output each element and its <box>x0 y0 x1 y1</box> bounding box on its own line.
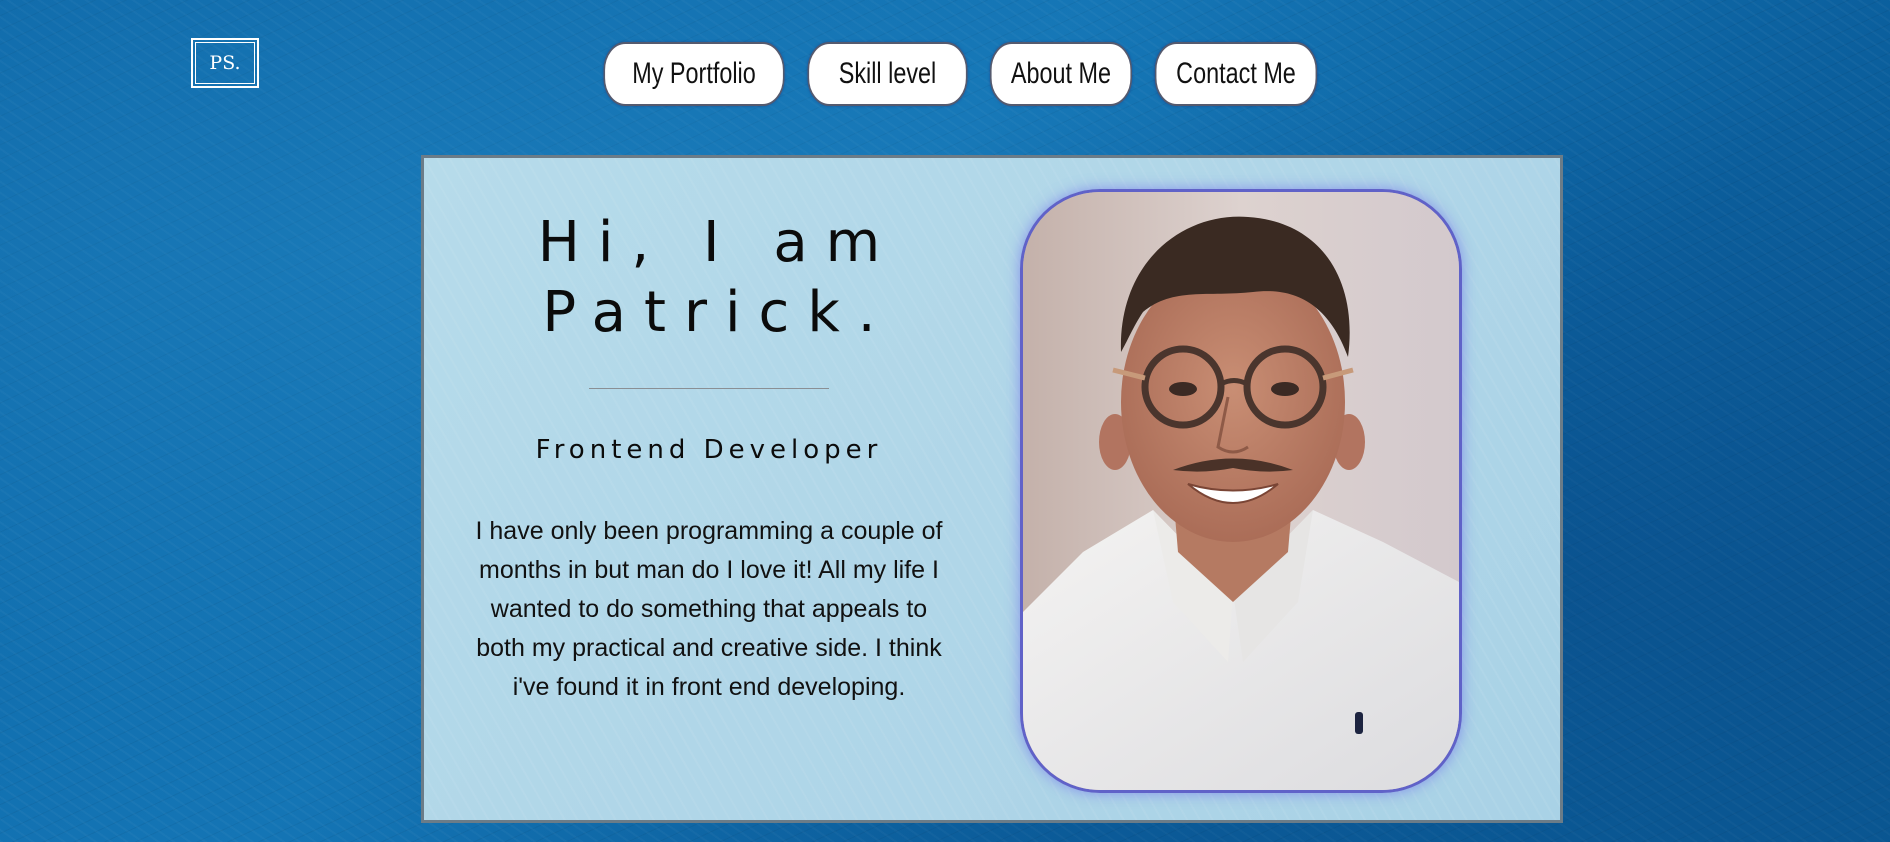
hero-card: Hi, I am Patrick. Frontend Developer I h… <box>421 155 1563 823</box>
nav-my-portfolio-button[interactable]: My Portfolio <box>603 42 785 106</box>
headline-divider <box>589 388 829 389</box>
logo-text: PS. <box>195 42 255 84</box>
bio-paragraph: I have only been programming a couple of… <box>475 517 943 701</box>
site-logo[interactable]: PS. <box>191 38 259 88</box>
hero-text-column: Hi, I am Patrick. Frontend Developer I h… <box>474 158 944 707</box>
portrait-photo <box>1020 189 1462 793</box>
hero-headline: Hi, I am Patrick. <box>474 208 944 348</box>
nav-about-me-button[interactable]: About Me <box>990 42 1132 106</box>
nav-contact-me-button[interactable]: Contact Me <box>1154 42 1318 106</box>
main-nav: My Portfolio Skill level About Me Contac… <box>603 42 1318 106</box>
headline-line-1: Hi, I am <box>537 210 899 275</box>
nav-skill-level-button[interactable]: Skill level <box>807 42 968 106</box>
job-title: Frontend Developer <box>535 435 883 465</box>
headline-line-2: Patrick. <box>542 280 894 345</box>
